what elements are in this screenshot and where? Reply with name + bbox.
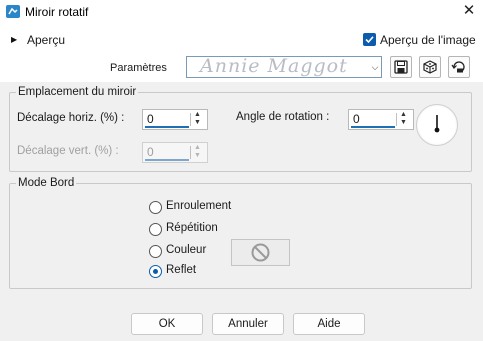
app-icon xyxy=(6,5,20,18)
mirror-location-legend: Emplacement du miroir xyxy=(16,86,139,98)
cancel-button[interactable]: Annuler xyxy=(212,313,284,335)
vert-offset-spinner: 0 ▲ ▼ xyxy=(142,142,208,163)
help-button[interactable]: Aide xyxy=(293,313,365,335)
window-title: Miroir rotatif xyxy=(25,5,89,19)
reset-icon xyxy=(451,61,465,73)
save-preset-button[interactable] xyxy=(390,56,412,78)
edge-color-swatch xyxy=(231,239,290,266)
spinner-divider xyxy=(396,113,397,126)
horiz-offset-value[interactable]: 0 xyxy=(147,112,154,126)
spinner-arrows-icon[interactable]: ▲ ▼ xyxy=(400,111,407,127)
edge-color-radio[interactable] xyxy=(149,245,162,258)
image-preview-label[interactable]: Aperçu de l'image xyxy=(380,33,476,47)
image-preview-checkbox[interactable] xyxy=(363,33,376,46)
mirror-location-group xyxy=(9,92,472,172)
value-underline xyxy=(145,126,189,128)
value-underline xyxy=(145,159,189,161)
dial-needle-icon xyxy=(434,115,440,133)
expand-arrow-icon[interactable]: ▶ xyxy=(11,35,17,44)
rotation-angle-spinner[interactable]: 0 ▲ ▼ xyxy=(348,109,414,130)
edge-reflect-radio[interactable] xyxy=(149,265,162,278)
edge-wrap-radio[interactable] xyxy=(149,201,162,214)
horiz-offset-label: Décalage horiz. (%) : xyxy=(17,112,125,124)
preview-toggle-label[interactable]: Aperçu xyxy=(27,33,65,47)
edge-wrap-label[interactable]: Enroulement xyxy=(166,200,231,212)
save-preset-icon xyxy=(394,60,408,74)
spinner-divider xyxy=(190,146,191,159)
watermark-signature: Annie Maggot xyxy=(200,55,348,77)
edge-mode-group xyxy=(9,183,472,289)
close-icon[interactable]: ✕ xyxy=(460,2,478,20)
rotation-dial[interactable] xyxy=(416,104,458,146)
spinner-arrows-icon: ▲ ▼ xyxy=(194,144,201,159)
edge-mode-legend: Mode Bord xyxy=(16,177,77,189)
horiz-offset-spinner[interactable]: 0 ▲ ▼ xyxy=(142,109,208,130)
checkmark-icon xyxy=(365,36,374,44)
edge-color-label[interactable]: Couleur xyxy=(166,244,206,256)
rotation-angle-label: Angle de rotation : xyxy=(236,111,330,123)
randomize-icon xyxy=(423,60,437,74)
spinner-arrows-icon[interactable]: ▲ ▼ xyxy=(194,111,201,127)
vert-offset-label: Décalage vert. (%) : xyxy=(17,145,119,157)
edge-repeat-radio[interactable] xyxy=(149,223,162,236)
vert-offset-value: 0 xyxy=(147,145,154,159)
chevron-down-icon[interactable]: ⌵ xyxy=(369,57,381,77)
presets-label: Paramètres xyxy=(110,62,167,74)
edge-repeat-label[interactable]: Répétition xyxy=(166,222,218,234)
rotation-angle-value[interactable]: 0 xyxy=(353,112,360,126)
edge-reflect-label[interactable]: Reflet xyxy=(166,264,196,276)
reset-button[interactable] xyxy=(448,56,470,78)
spinner-divider xyxy=(190,113,191,126)
randomize-button[interactable] xyxy=(419,56,441,78)
value-underline xyxy=(351,126,395,128)
ok-button[interactable]: OK xyxy=(131,313,203,335)
no-color-icon xyxy=(251,243,270,262)
